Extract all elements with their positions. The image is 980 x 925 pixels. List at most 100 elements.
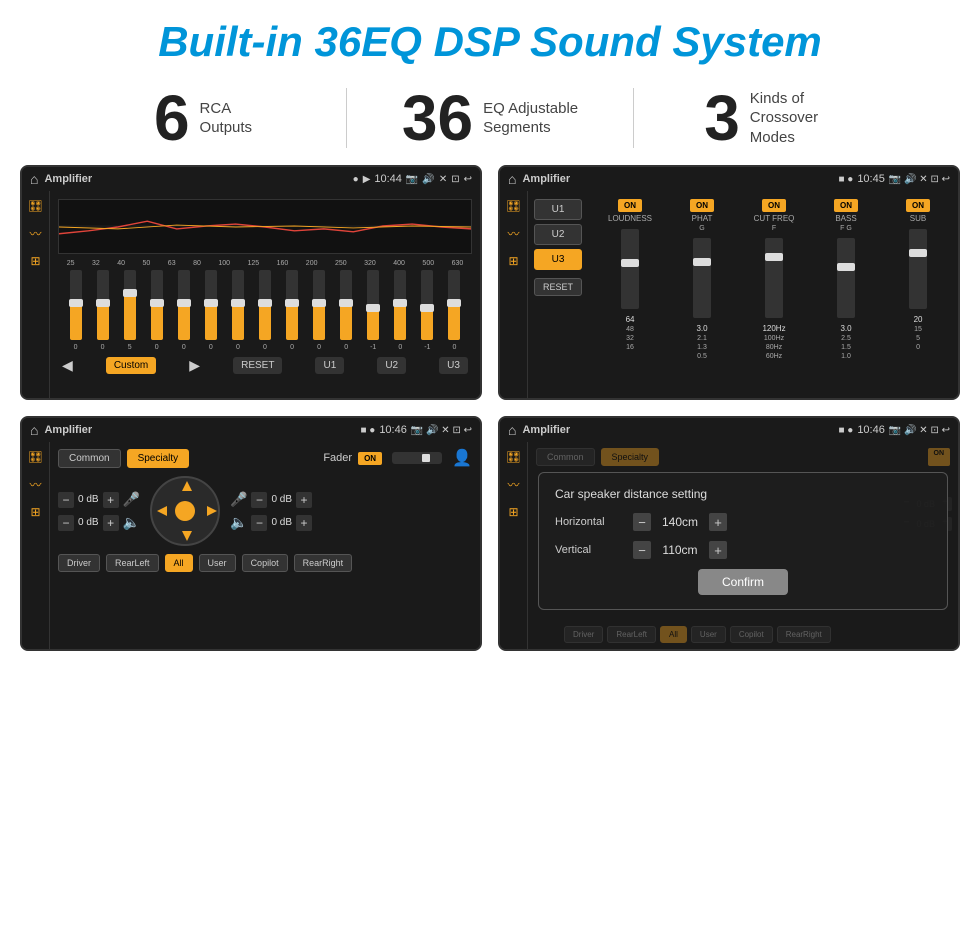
vol-fl-plus[interactable]: +: [103, 492, 119, 508]
slider-col-5[interactable]: 0: [178, 270, 190, 351]
vol-fr-val: 0 dB: [271, 494, 292, 505]
eq-prev[interactable]: ◀: [62, 357, 73, 374]
slider-col-8[interactable]: 0: [259, 270, 271, 351]
screen-eq: ⌂ Amplifier ● ▶ 10:44 📷 🔊 ✕ ⊡ ↩ 🎛 〰 ⊞: [20, 165, 482, 400]
fader-on-toggle[interactable]: ON: [358, 452, 382, 465]
stat-eq: 36 EQ Adjustable Segments: [347, 86, 633, 150]
user-btn[interactable]: User: [199, 554, 236, 572]
app-name-1: Amplifier: [44, 173, 346, 185]
home-icon-2: ⌂: [508, 171, 516, 187]
home-icon-1: ⌂: [30, 171, 38, 187]
wave-icon[interactable]: 〰: [29, 225, 41, 242]
vol-fl-minus[interactable]: −: [58, 492, 74, 508]
vol-rl-minus[interactable]: −: [58, 515, 74, 531]
fader-joystick[interactable]: [150, 476, 220, 546]
driver-btn[interactable]: Driver: [58, 554, 100, 572]
rearleft-btn[interactable]: RearLeft: [106, 554, 159, 572]
vol-rr-minus[interactable]: −: [251, 515, 267, 531]
preset-u2[interactable]: U2: [534, 224, 582, 245]
vol-fr-minus[interactable]: −: [251, 492, 267, 508]
time-2: 10:45: [857, 173, 885, 185]
cross-cutfreq: ON CUT FREQ F 120Hz 100Hz 80Hz 60Hz: [740, 199, 808, 390]
vol-fr-plus[interactable]: +: [296, 492, 312, 508]
sub-slider[interactable]: [909, 229, 927, 309]
bass-toggle[interactable]: ON: [834, 199, 858, 212]
fader-main: Common Specialty Fader ON 👤 − 0 dB +: [50, 442, 480, 649]
slider-col-11[interactable]: 0: [340, 270, 352, 351]
screen-distance: ⌂ Amplifier ■ ● 10:46 📷 🔊 ✕ ⊡ ↩ 🎛 〰 ⊞ Co…: [498, 416, 960, 651]
eq-u2-btn[interactable]: U2: [377, 357, 406, 374]
eq-next[interactable]: ▶: [189, 357, 200, 374]
slider-col-9[interactable]: 0: [286, 270, 298, 351]
eq-reset-btn[interactable]: RESET: [233, 357, 282, 374]
vol-rr-plus[interactable]: +: [296, 515, 312, 531]
vertical-minus[interactable]: −: [633, 541, 651, 559]
speaker-split-icon-2[interactable]: ⊞: [508, 254, 518, 268]
horizontal-value: 140cm: [655, 515, 705, 529]
eq-icon-2[interactable]: 🎛: [506, 199, 521, 213]
slider-col-6[interactable]: 0: [205, 270, 217, 351]
wave-icon-4[interactable]: 〰: [507, 476, 519, 493]
vol-rl-plus[interactable]: +: [103, 515, 119, 531]
eq-u1-btn[interactable]: U1: [315, 357, 344, 374]
slider-col-15[interactable]: 0: [448, 270, 460, 351]
eq-labels: 25 32 40 50 63 80 100 125 160 200 250 32…: [58, 260, 472, 267]
horizontal-minus[interactable]: −: [633, 513, 651, 531]
crossover-reset[interactable]: RESET: [534, 278, 582, 296]
wave-icon-3[interactable]: 〰: [29, 476, 41, 493]
eq-custom-btn[interactable]: Custom: [106, 357, 156, 374]
sub-toggle[interactable]: ON: [906, 199, 930, 212]
horizontal-plus[interactable]: +: [709, 513, 727, 531]
rearright-btn[interactable]: RearRight: [294, 554, 353, 572]
stat-crossover: 3 Kinds of Crossover Modes: [634, 86, 920, 150]
preset-u1[interactable]: U1: [534, 199, 582, 220]
eq-icon-4[interactable]: 🎛: [506, 450, 521, 464]
confirm-button[interactable]: Confirm: [698, 569, 788, 595]
status-icons-1: ● ▶ 10:44 📷 🔊 ✕ ⊡ ↩: [353, 173, 472, 185]
wave-icon-2[interactable]: 〰: [507, 225, 519, 242]
fader-h-slider[interactable]: [392, 452, 442, 464]
eq-main: 25 32 40 50 63 80 100 125 160 200 250 32…: [50, 191, 480, 398]
vol-row-fl: − 0 dB + 🎤: [58, 491, 140, 508]
slider-col-7[interactable]: 0: [232, 270, 244, 351]
vertical-plus[interactable]: +: [709, 541, 727, 559]
slider-col-13[interactable]: 0: [394, 270, 406, 351]
crossover-main: U1 U2 U3 RESET ON LOUDNESS 64 48 32 16: [528, 191, 958, 398]
bass-slider[interactable]: [837, 238, 855, 318]
vertical-label: Vertical: [555, 544, 625, 556]
joystick-arrows: [152, 478, 218, 544]
specialty-mode-btn[interactable]: Specialty: [127, 449, 190, 468]
speaker-split-icon-3[interactable]: ⊞: [30, 505, 40, 519]
screen4-body: 🎛 〰 ⊞ Common Specialty ON Car speaker di…: [500, 442, 958, 649]
copilot-btn[interactable]: Copilot: [242, 554, 288, 572]
cross-loudness: ON LOUDNESS 64 48 32 16: [596, 199, 664, 390]
phat-toggle[interactable]: ON: [690, 199, 714, 212]
cutfreq-slider[interactable]: [765, 238, 783, 318]
slider-col-14[interactable]: -1: [421, 270, 433, 351]
slider-col-10[interactable]: 0: [313, 270, 325, 351]
slider-col-4[interactable]: 0: [151, 270, 163, 351]
slider-col-12[interactable]: -1: [367, 270, 379, 351]
loudness-toggle[interactable]: ON: [618, 199, 642, 212]
vol-row-rr: 🔈 − 0 dB +: [230, 514, 312, 531]
speaker-split-icon-4[interactable]: ⊞: [508, 505, 518, 519]
stat-crossover-text: Kinds of Crossover Modes: [750, 89, 850, 148]
vol-rr-val: 0 dB: [271, 517, 292, 528]
slider-col-1[interactable]: 0: [70, 270, 82, 351]
eq-icon[interactable]: 🎛: [28, 199, 43, 213]
bg-mode-row: Common Specialty ON: [536, 448, 950, 466]
phat-slider[interactable]: [693, 238, 711, 318]
slider-col-3[interactable]: 5: [124, 270, 136, 351]
fader-label: Fader: [323, 452, 352, 464]
vertical-val-box: − 110cm +: [633, 541, 727, 559]
all-btn[interactable]: All: [165, 554, 193, 572]
speaker-split-icon[interactable]: ⊞: [30, 254, 40, 268]
vertical-value: 110cm: [655, 543, 705, 557]
cutfreq-toggle[interactable]: ON: [762, 199, 786, 212]
preset-u3[interactable]: U3: [534, 249, 582, 270]
eq-icon-3[interactable]: 🎛: [28, 450, 43, 464]
loudness-slider[interactable]: [621, 229, 639, 309]
common-mode-btn[interactable]: Common: [58, 449, 121, 468]
eq-u3-btn[interactable]: U3: [439, 357, 468, 374]
slider-col-2[interactable]: 0: [97, 270, 109, 351]
